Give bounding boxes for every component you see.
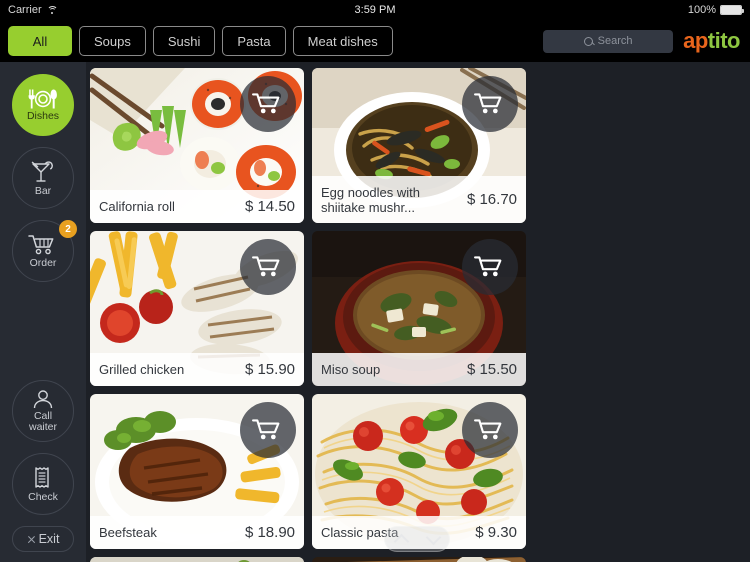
battery-icon (720, 5, 744, 15)
shopping-cart-icon (252, 93, 280, 114)
dish-price: $ 15.50 (466, 361, 517, 378)
app-root: Carrier 3:59 PM 100% All Soups Sushi Pas… (0, 0, 750, 562)
dish-grid: California roll $ 14.50 Egg noodles with… (86, 62, 750, 562)
status-battery-group: 100% (687, 4, 744, 16)
dish-card[interactable]: Grilled chicken $ 15.90 (90, 231, 304, 386)
search-input[interactable]: Search (543, 29, 674, 53)
dish-label: Beefsteak $ 18.90 (90, 516, 304, 549)
exit-label: Exit (38, 532, 60, 546)
order-count-badge: 2 (59, 220, 77, 238)
sidebar-item-bar[interactable]: Bar (12, 147, 74, 209)
status-time: 3:59 PM (354, 4, 396, 16)
receipt-icon (35, 466, 49, 488)
sidebar-item-label-call-waiter: Call waiter (28, 410, 57, 433)
dish-price: $ 15.90 (244, 361, 295, 378)
add-to-cart-button[interactable] (462, 76, 518, 132)
tab-all[interactable]: All (8, 26, 72, 56)
shopping-cart-icon (252, 256, 280, 277)
dish-price: $ 18.90 (244, 524, 295, 541)
add-to-cart-button[interactable] (240, 402, 296, 458)
dish-label: Grilled chicken $ 15.90 (90, 353, 304, 386)
close-x-icon (27, 535, 36, 544)
search-placeholder: Search (597, 35, 633, 47)
dish-price: $ 14.50 (244, 198, 295, 215)
chevron-up-icon[interactable] (393, 533, 409, 549)
add-to-cart-button[interactable] (240, 239, 296, 295)
tab-soups[interactable]: Soups (79, 26, 146, 56)
dish-card[interactable]: Egg noodles with shiitake mushr... $ 16.… (312, 68, 526, 223)
chevron-down-icon[interactable] (425, 529, 441, 545)
logo-orange-part: ap (683, 28, 708, 53)
shopping-cart-icon (474, 256, 502, 277)
aptito-logo: aptito (683, 30, 742, 52)
sidebar: Dishes Bar Order 2 Call waiter Check Exi… (0, 62, 86, 562)
sidebar-item-label-dishes: Dishes (26, 109, 60, 122)
dish-name: Miso soup (321, 362, 381, 377)
tab-meat-dishes[interactable]: Meat dishes (292, 26, 393, 56)
exit-button[interactable]: Exit (12, 526, 74, 552)
tab-sushi[interactable]: Sushi (152, 26, 216, 56)
sidebar-item-label-check: Check (28, 490, 58, 503)
dish-name: Beefsteak (99, 525, 157, 540)
shopping-cart-icon (28, 234, 54, 254)
tab-pasta[interactable]: Pasta (222, 26, 286, 56)
dish-photo (90, 557, 304, 562)
shopping-cart-icon (252, 419, 280, 440)
dish-name: California roll (99, 199, 175, 214)
sidebar-item-dishes[interactable]: Dishes (12, 74, 74, 136)
sidebar-item-order[interactable]: Order 2 (12, 220, 77, 282)
scroll-control[interactable] (384, 526, 450, 552)
dish-name: Egg noodles with shiitake mushr... (321, 184, 421, 215)
dish-card[interactable]: Beefsteak $ 18.90 (90, 394, 304, 549)
sidebar-item-label-order: Order (29, 256, 57, 269)
dish-card[interactable]: California roll $ 14.50 (90, 68, 304, 223)
dish-label: California roll $ 14.50 (90, 190, 304, 223)
cutlery-plate-icon (28, 89, 57, 108)
sidebar-item-check[interactable]: Check (12, 453, 74, 515)
add-to-cart-button[interactable] (462, 239, 518, 295)
dish-card[interactable]: Sushi set $ 25.40 (90, 557, 304, 562)
add-to-cart-button[interactable] (462, 402, 518, 458)
dish-label: Egg noodles with shiitake mushr... $ 16.… (312, 176, 526, 223)
dish-card[interactable]: Thai red curry $ 13.90 (312, 557, 526, 562)
dish-card[interactable]: Miso soup $ 15.50 (312, 231, 526, 386)
cocktail-glass-icon (31, 160, 53, 182)
dish-label: Miso soup $ 15.50 (312, 353, 526, 386)
search-icon (583, 36, 593, 46)
dish-photo (312, 557, 526, 562)
shopping-cart-icon (474, 419, 502, 440)
call-waiter-line2: waiter (28, 420, 57, 433)
person-icon (33, 389, 53, 408)
add-to-cart-button[interactable] (240, 76, 296, 132)
top-right-group: Search aptito (543, 29, 742, 53)
dish-price: $ 16.70 (466, 191, 517, 208)
dish-price: $ 9.30 (475, 524, 517, 541)
category-tabs: All Soups Sushi Pasta Meat dishes (8, 26, 393, 56)
sidebar-item-call-waiter[interactable]: Call waiter (12, 380, 74, 442)
dish-name: Grilled chicken (99, 362, 185, 377)
battery-label: 100% (687, 4, 716, 16)
status-bar: Carrier 3:59 PM 100% (0, 0, 750, 20)
sidebar-item-label-bar: Bar (34, 184, 52, 197)
logo-green-part: tito (707, 28, 741, 53)
shopping-cart-icon (474, 93, 502, 114)
top-navigation: All Soups Sushi Pasta Meat dishes Search… (0, 20, 750, 62)
